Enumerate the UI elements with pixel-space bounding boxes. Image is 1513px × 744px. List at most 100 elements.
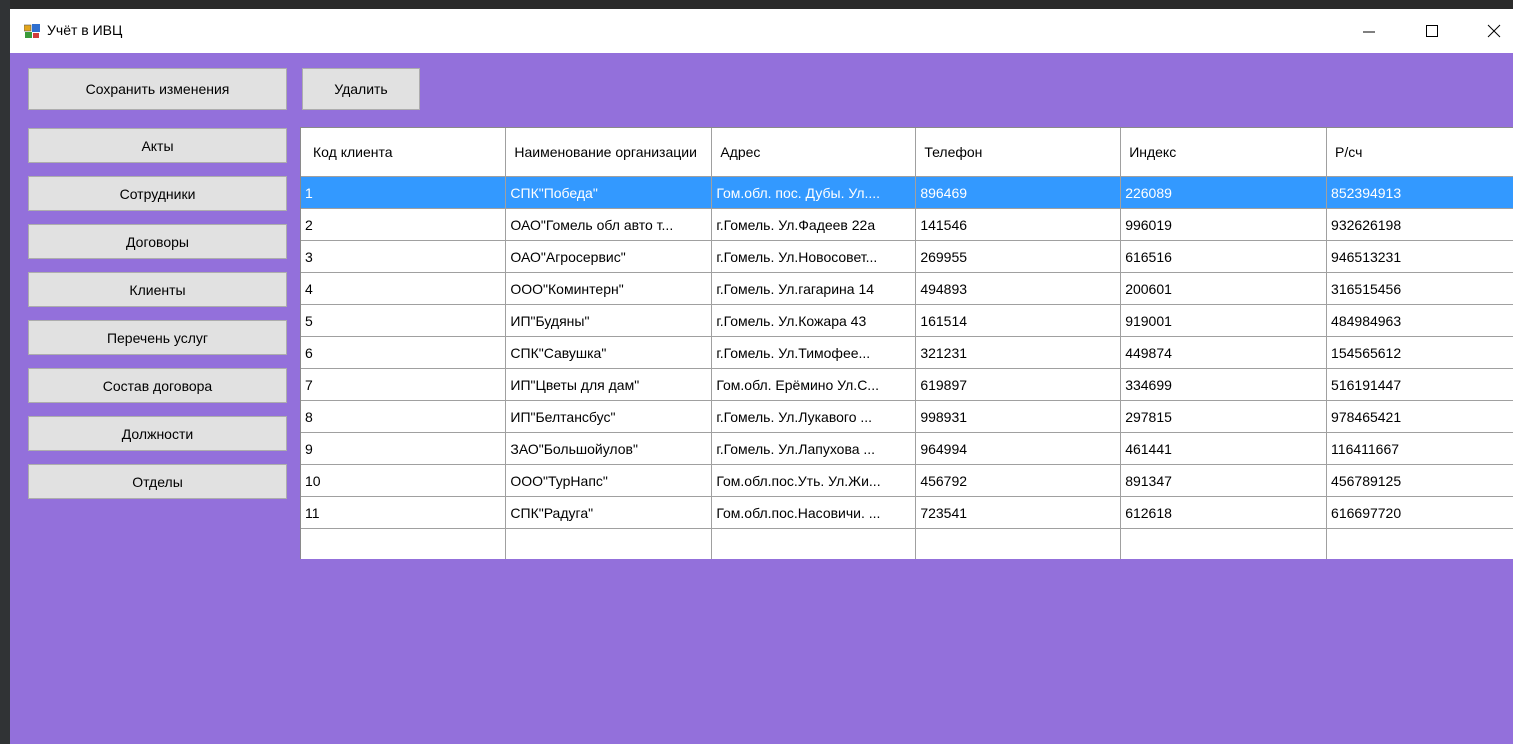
- cell-org-name[interactable]: СПК"Победа": [505, 176, 713, 209]
- clients-grid[interactable]: Код клиента Наименование организации Адр…: [300, 127, 1513, 559]
- cell-org-name[interactable]: ООО"Коминтерн": [505, 272, 713, 305]
- cell-client-code[interactable]: 9: [301, 432, 507, 465]
- cell-postcode[interactable]: 891347: [1120, 464, 1328, 497]
- cell-address[interactable]: г.Гомель. Ул.Лукавого ...: [711, 400, 917, 433]
- cell-phone[interactable]: 161514: [915, 304, 1122, 337]
- cell-postcode[interactable]: 461441: [1120, 432, 1328, 465]
- table-row[interactable]: 7 ИП"Цветы для дам" Гом.обл. Ерёмино Ул.С.…: [301, 368, 1513, 401]
- cell-client-code[interactable]: 5: [301, 304, 507, 337]
- close-button[interactable]: [1465, 9, 1513, 53]
- cell-address[interactable]: Гом.обл. пос. Дубы. Ул....: [711, 176, 917, 209]
- cell-org-name[interactable]: ИП"Цветы для дам": [505, 368, 713, 401]
- table-row[interactable]: 9 ЗАО"Большойулов" г.Гомель. Ул.Лапухова .…: [301, 432, 1513, 465]
- cell-account[interactable]: 932626198: [1326, 208, 1513, 241]
- cell-account[interactable]: 946513231: [1326, 240, 1513, 273]
- cell-postcode[interactable]: 616516: [1120, 240, 1328, 273]
- cell-org-name[interactable]: ОАО"Гомель обл авто т...: [505, 208, 713, 241]
- column-header-account[interactable]: Р/сч: [1326, 128, 1513, 177]
- cell-phone[interactable]: 494893: [915, 272, 1122, 305]
- cell-account[interactable]: 516191447: [1326, 368, 1513, 401]
- cell-address[interactable]: г.Гомель. Ул.гагарина 14: [711, 272, 917, 305]
- cell-org-name[interactable]: ОАО"Агросервис": [505, 240, 713, 273]
- nav-item-services[interactable]: Перечень услуг: [28, 320, 287, 355]
- nav-item-departments[interactable]: Отделы: [28, 464, 287, 499]
- cell-org-name[interactable]: [505, 528, 713, 559]
- cell-account[interactable]: 316515456: [1326, 272, 1513, 305]
- cell-phone[interactable]: 619897: [915, 368, 1122, 401]
- maximize-button[interactable]: [1403, 9, 1461, 53]
- cell-address[interactable]: г.Гомель. Ул.Новосовет...: [711, 240, 917, 273]
- cell-account[interactable]: [1326, 528, 1513, 559]
- cell-client-code[interactable]: 8: [301, 400, 507, 433]
- delete-button[interactable]: Удалить: [302, 68, 420, 110]
- table-row[interactable]: 4 ООО"Коминтерн" г.Гомель. Ул.гагарина 14 4…: [301, 272, 1513, 305]
- table-row[interactable]: 11 СПК"Радуга" Гом.обл.пос.Насовичи. ... 72…: [301, 496, 1513, 529]
- cell-address[interactable]: г.Гомель. Ул.Лапухова ...: [711, 432, 917, 465]
- column-header-phone[interactable]: Телефон: [915, 128, 1122, 177]
- cell-address[interactable]: Гом.обл.пос.Насовичи. ...: [711, 496, 917, 529]
- cell-client-code[interactable]: 10: [301, 464, 507, 497]
- cell-phone[interactable]: 723541: [915, 496, 1122, 529]
- cell-client-code[interactable]: 4: [301, 272, 507, 305]
- cell-phone[interactable]: 456792: [915, 464, 1122, 497]
- minimize-button[interactable]: [1340, 9, 1398, 53]
- cell-postcode[interactable]: 996019: [1120, 208, 1328, 241]
- table-row[interactable]: 10 ООО"ТурНапс" Гом.обл.пос.Уть. Ул.Жи... 4…: [301, 464, 1513, 497]
- cell-org-name[interactable]: СПК"Радуга": [505, 496, 713, 529]
- cell-postcode[interactable]: 226089: [1120, 176, 1328, 209]
- nav-item-contract-items[interactable]: Состав договора: [28, 368, 287, 403]
- cell-phone[interactable]: 269955: [915, 240, 1122, 273]
- cell-address[interactable]: г.Гомель. Ул.Фадеев 22а: [711, 208, 917, 241]
- nav-item-clients[interactable]: Клиенты: [28, 272, 287, 307]
- cell-postcode[interactable]: 200601: [1120, 272, 1328, 305]
- cell-client-code[interactable]: 1: [301, 176, 507, 209]
- cell-phone[interactable]: 998931: [915, 400, 1122, 433]
- cell-postcode[interactable]: 449874: [1120, 336, 1328, 369]
- table-row[interactable]: 3 ОАО"Агросервис" г.Гомель. Ул.Новосовет..…: [301, 240, 1513, 273]
- cell-phone[interactable]: 896469: [915, 176, 1122, 209]
- cell-account[interactable]: 484984963: [1326, 304, 1513, 337]
- save-changes-button[interactable]: Сохранить изменения: [28, 68, 287, 110]
- column-header-org-name[interactable]: Наименование организации: [505, 128, 713, 177]
- cell-client-code[interactable]: 11: [301, 496, 507, 529]
- cell-address[interactable]: г.Гомель. Ул.Кожара 43: [711, 304, 917, 337]
- cell-address[interactable]: Гом.обл.пос.Уть. Ул.Жи...: [711, 464, 917, 497]
- nav-item-positions[interactable]: Должности: [28, 416, 287, 451]
- cell-address[interactable]: г.Гомель. Ул.Тимофее...: [711, 336, 917, 369]
- cell-client-code[interactable]: 2: [301, 208, 507, 241]
- cell-org-name[interactable]: ЗАО"Большойулов": [505, 432, 713, 465]
- cell-org-name[interactable]: СПК"Савушка": [505, 336, 713, 369]
- cell-postcode[interactable]: 297815: [1120, 400, 1328, 433]
- title-bar[interactable]: Учёт в ИВЦ: [10, 9, 1513, 53]
- cell-client-code[interactable]: 3: [301, 240, 507, 273]
- table-row[interactable]: 1 СПК"Победа" Гом.обл. пос. Дубы. Ул.... 89…: [301, 176, 1513, 209]
- cell-org-name[interactable]: ООО"ТурНапс": [505, 464, 713, 497]
- cell-phone[interactable]: 964994: [915, 432, 1122, 465]
- cell-postcode[interactable]: 334699: [1120, 368, 1328, 401]
- table-row[interactable]: 5 ИП"Будяны" г.Гомель. Ул.Кожара 43 161514 9…: [301, 304, 1513, 337]
- cell-address[interactable]: [711, 528, 917, 559]
- cell-phone[interactable]: 141546: [915, 208, 1122, 241]
- cell-account[interactable]: 116411667: [1326, 432, 1513, 465]
- cell-postcode[interactable]: [1120, 528, 1328, 559]
- table-row[interactable]: 2 ОАО"Гомель обл авто т... г.Гомель. Ул.Фа…: [301, 208, 1513, 241]
- cell-account[interactable]: 154565612: [1326, 336, 1513, 369]
- cell-account[interactable]: 616697720: [1326, 496, 1513, 529]
- cell-client-code[interactable]: 6: [301, 336, 507, 369]
- cell-address[interactable]: Гом.обл. Ерёмино Ул.С...: [711, 368, 917, 401]
- nav-item-acts[interactable]: Акты: [28, 128, 287, 163]
- column-header-client-code[interactable]: Код клиента: [301, 128, 507, 177]
- nav-item-contracts[interactable]: Договоры: [28, 224, 287, 259]
- new-row[interactable]: [301, 528, 1513, 559]
- column-header-postcode[interactable]: Индекс: [1120, 128, 1328, 177]
- cell-postcode[interactable]: 612618: [1120, 496, 1328, 529]
- cell-account[interactable]: 852394913: [1326, 176, 1513, 209]
- cell-client-code[interactable]: [301, 528, 507, 559]
- column-header-address[interactable]: Адрес: [711, 128, 917, 177]
- nav-item-employees[interactable]: Сотрудники: [28, 176, 287, 211]
- cell-postcode[interactable]: 919001: [1120, 304, 1328, 337]
- table-row[interactable]: 6 СПК"Савушка" г.Гомель. Ул.Тимофее... 3212…: [301, 336, 1513, 369]
- cell-org-name[interactable]: ИП"Будяны": [505, 304, 713, 337]
- cell-phone[interactable]: 321231: [915, 336, 1122, 369]
- table-row[interactable]: 8 ИП"Белтансбус" г.Гомель. Ул.Лукавого ...…: [301, 400, 1513, 433]
